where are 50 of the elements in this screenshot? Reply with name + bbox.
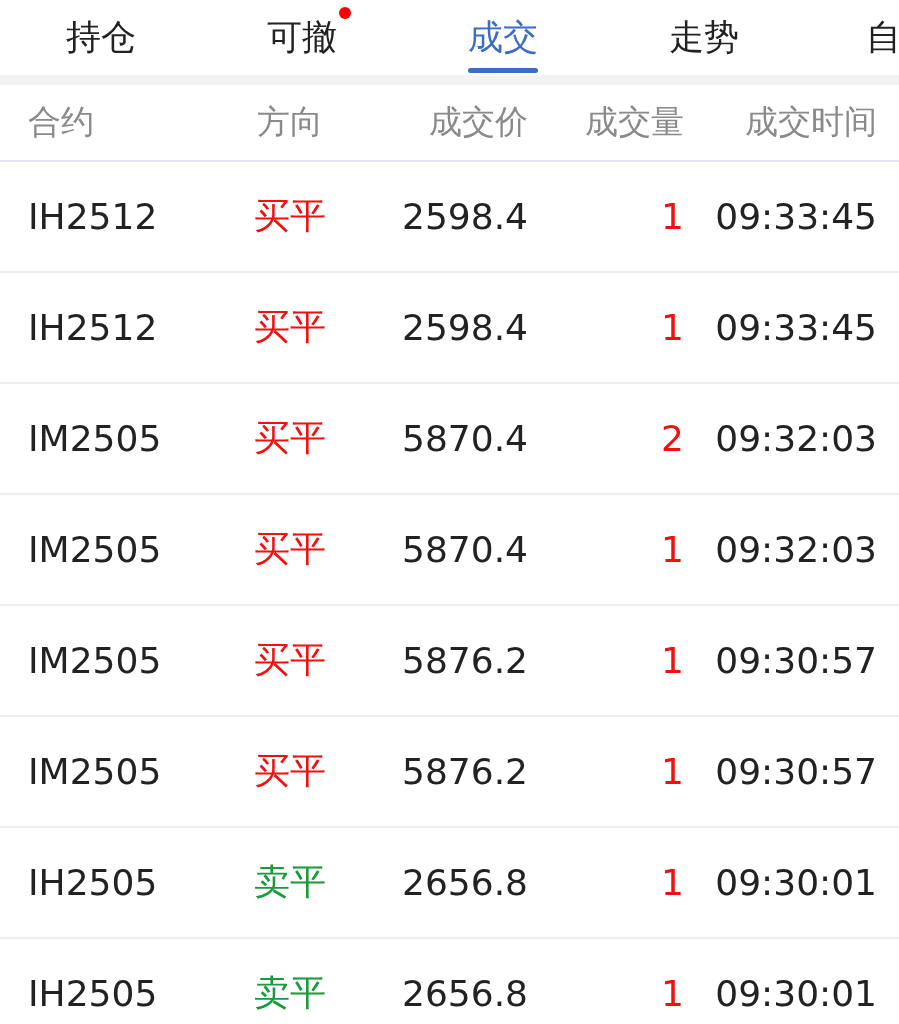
time-cell-text: 09:33:45: [714, 196, 877, 237]
tab[interactable]: 持仓: [0, 0, 201, 75]
time-cell-text: 09:30:01: [714, 862, 877, 903]
direction-cell-text: 买平: [253, 638, 327, 682]
volume-cell-text: 2: [660, 418, 684, 459]
price-cell-text: 2656.8: [401, 862, 528, 903]
price-cell-text: 2598.4: [401, 307, 528, 348]
direction-cell-text: 买平: [253, 194, 327, 238]
volume-cell-text: 1: [660, 751, 684, 792]
contract-cell-text: IH2505: [28, 862, 159, 903]
price-cell-text: 5870.4: [401, 529, 528, 570]
price-cell-text: 5870.4: [401, 418, 528, 459]
volume-cell-text: 1: [660, 529, 684, 570]
column-header: 合约: [28, 101, 95, 143]
column-header: 成交价: [428, 101, 528, 143]
contract-cell-text: IM2505: [28, 751, 163, 792]
time-cell-text: 09:30:57: [714, 640, 877, 681]
direction-cell-text: 买平: [253, 305, 327, 349]
volume-cell-text: 1: [660, 973, 684, 1014]
column-header: 成交量: [584, 101, 684, 143]
direction-cell-text: 买平: [253, 416, 327, 460]
contract-cell-text: IM2505: [28, 529, 163, 570]
time-cell-text: 09:30:57: [714, 751, 877, 792]
direction-cell-text: 买平: [253, 527, 327, 571]
price-cell-text: 5876.2: [401, 751, 528, 792]
volume-cell-text: 1: [660, 307, 684, 348]
direction-cell-text: 买平: [253, 749, 327, 793]
tab[interactable]: 自: [804, 0, 899, 75]
volume-cell-text: 1: [660, 196, 684, 237]
time-cell-text: 09:33:45: [714, 307, 877, 348]
contract-cell-text: IM2505: [28, 418, 163, 459]
contract-cell-text: IM2505: [28, 640, 163, 681]
direction-cell-text: 卖平: [253, 971, 327, 1015]
time-cell-text: 09:30:01: [714, 973, 877, 1014]
tab[interactable]: 可撤: [201, 0, 402, 75]
contract-cell-text: IH2505: [28, 973, 159, 1014]
tab[interactable]: 成交: [402, 0, 603, 75]
price-cell-text: 2656.8: [401, 973, 528, 1014]
volume-cell-text: 1: [660, 862, 684, 903]
time-cell-text: 09:32:03: [714, 418, 877, 459]
direction-cell-text: 卖平: [253, 860, 327, 904]
column-header: 方向: [256, 101, 324, 143]
column-header: 成交时间: [744, 101, 877, 143]
contract-cell-text: IH2512: [28, 307, 159, 348]
price-cell-text: 5876.2: [401, 640, 528, 681]
time-cell-text: 09:32:03: [714, 529, 877, 570]
price-cell-text: 2598.4: [401, 196, 528, 237]
tab[interactable]: 走势: [603, 0, 804, 75]
volume-cell-text: 1: [660, 640, 684, 681]
contract-cell-text: IH2512: [28, 196, 159, 237]
